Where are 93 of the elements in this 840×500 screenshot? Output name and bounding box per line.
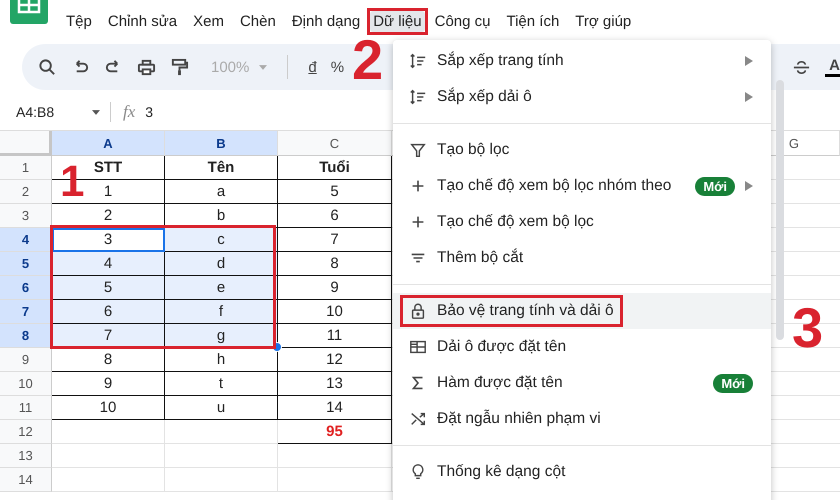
sort-icon [409, 88, 427, 106]
table-cell: d [216, 255, 226, 272]
currency-button[interactable]: đ [308, 58, 317, 76]
row-header[interactable]: 14 [0, 468, 52, 492]
table-cell: 8 [104, 351, 112, 368]
menu-item[interactable]: Sắp xếp trang tính [393, 43, 771, 79]
fx-label: fx [123, 102, 136, 122]
lock-icon [409, 302, 427, 320]
menu-item[interactable]: Thống kê dạng cột [393, 454, 771, 490]
sort-icon [409, 52, 427, 70]
paint-roller-icon[interactable] [170, 58, 189, 76]
table-cell: Tên [208, 159, 234, 176]
row-header[interactable]: 10 [0, 372, 52, 396]
table-cell: 14 [326, 399, 343, 416]
table-cell: e [216, 279, 226, 296]
table-cell: 6 [330, 207, 339, 224]
table-cell: Tuổi [319, 159, 350, 176]
table-cell: b [216, 207, 226, 224]
caret-icon[interactable] [92, 110, 100, 114]
table-cell: 5 [104, 279, 112, 296]
menu-item[interactable]: Công cụ [432, 10, 494, 32]
table-cell: 7 [104, 327, 112, 344]
menu-item[interactable]: Dải ô được đặt tên [393, 329, 771, 365]
row-header[interactable]: 1 [0, 156, 52, 180]
sheets-logo-icon[interactable] [10, 0, 48, 24]
menu-item[interactable]: Định dạng [288, 10, 364, 32]
menu-item[interactable]: Tạo bộ lọc [393, 132, 771, 168]
column-header[interactable]: B [165, 131, 278, 156]
table-cell: a [216, 183, 226, 200]
table-cell: g [216, 327, 226, 344]
table-cell: 5 [330, 183, 339, 200]
row-header[interactable]: 5 [0, 252, 52, 276]
table-cell: f [218, 303, 224, 320]
name-box[interactable]: A4:B8 [16, 104, 84, 120]
menu-item[interactable]: Chèn [236, 10, 279, 32]
row-header[interactable]: 2 [0, 180, 52, 204]
table-cell: 9 [104, 375, 112, 392]
percent-button[interactable]: % [330, 58, 344, 76]
table-cell: h [216, 351, 226, 368]
menu-item[interactable]: Xem [190, 10, 227, 32]
table-cell: 7 [330, 231, 339, 248]
row-header[interactable]: 12 [0, 420, 52, 444]
new-badge: Mới [695, 176, 735, 196]
table-cell: 10 [326, 303, 343, 320]
menu-item[interactable]: Sắp xếp dải ô [393, 79, 771, 115]
table-cell: 9 [330, 279, 339, 296]
print-icon[interactable] [137, 58, 156, 76]
row-header[interactable]: 4 [0, 228, 52, 252]
formula-input[interactable]: 3 [145, 104, 154, 120]
table-cell: t [218, 375, 224, 392]
row-header[interactable]: 6 [0, 276, 52, 300]
new-badge: Mới [713, 374, 753, 392]
menu-item[interactable]: Trợ giúp [572, 10, 634, 32]
row-header[interactable]: 8 [0, 324, 52, 348]
table-cell: 2 [104, 207, 112, 224]
menu-item[interactable]: Chỉnh sửa [104, 10, 180, 32]
menu-item[interactable]: Tiện ích [503, 10, 562, 32]
table-cell: 3 [104, 231, 112, 248]
menu-item[interactable]: Bảo vệ trang tính và dải ô [393, 293, 771, 329]
row-header[interactable]: 11 [0, 396, 52, 420]
table-cell: 13 [326, 375, 343, 392]
menu-item[interactable]: Hàm được đặt tên Mới [393, 365, 771, 401]
table-cell: 1 [104, 183, 112, 200]
filter-icon [409, 141, 427, 159]
step-number: 3 [792, 300, 824, 356]
menu-item[interactable]: Tệp [63, 10, 95, 32]
column-header[interactable]: A [52, 131, 165, 156]
shuffle-icon [409, 410, 427, 428]
table-cell: 4 [104, 255, 112, 272]
row-header[interactable]: 3 [0, 204, 52, 228]
row-header[interactable]: 9 [0, 348, 52, 372]
column-header[interactable]: C [278, 131, 392, 156]
menu-item[interactable]: Thêm bộ cắt [393, 240, 771, 276]
table-cell: 11 [326, 327, 342, 344]
search-icon[interactable] [38, 58, 57, 76]
text-color-button[interactable]: A [825, 57, 840, 77]
table-cell: 10 [100, 399, 116, 416]
table-icon [409, 338, 427, 356]
menu-item[interactable]: Dữ liệu [370, 10, 425, 32]
scrollbar[interactable] [776, 80, 784, 340]
row-header[interactable]: 7 [0, 300, 52, 324]
table-cell: 95 [326, 423, 343, 440]
menu-item[interactable]: Tạo chế độ xem bộ lọc nhóm theo Mới [393, 168, 771, 204]
table-cell: 6 [104, 303, 112, 320]
table-cell: u [216, 399, 226, 416]
table-cell: 12 [326, 351, 343, 368]
table-cell: c [217, 231, 225, 248]
row-header[interactable]: 13 [0, 444, 52, 468]
menu-item[interactable]: Tạo chế độ xem bộ lọc [393, 204, 771, 240]
step-number: 2 [352, 32, 384, 88]
menu-item[interactable]: Đặt ngẫu nhiên phạm vi [393, 401, 771, 437]
table-cell: 8 [330, 255, 339, 272]
table-cell: STT [94, 159, 122, 176]
